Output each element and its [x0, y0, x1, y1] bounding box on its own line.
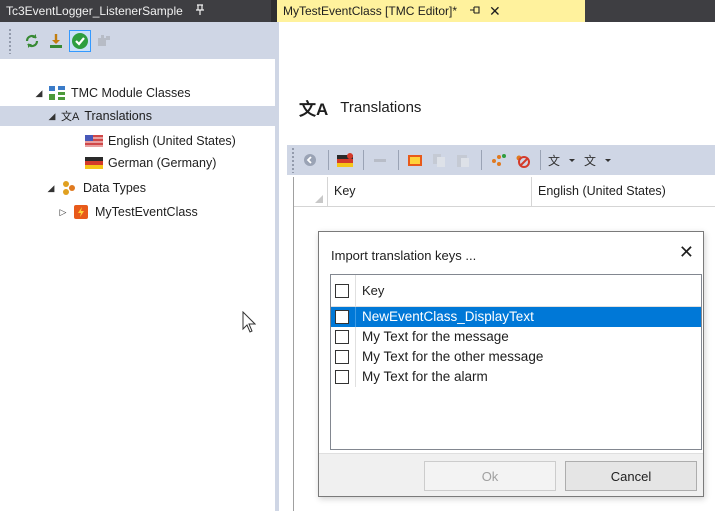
dialog-footer: Ok Cancel: [319, 453, 703, 496]
column-divider: [531, 177, 532, 207]
data-types-icon: [60, 180, 78, 196]
tree-item-label: German (Germany): [108, 156, 217, 170]
toolbar-separator: [328, 150, 329, 170]
row-checkbox[interactable]: [335, 350, 349, 364]
column-divider: [355, 367, 356, 387]
tree-item-label: MyTestEventClass: [95, 205, 198, 219]
translation-keys-list: Key NewEventClass_DisplayText My Text fo…: [330, 274, 702, 450]
collapse-icon[interactable]: ◢: [34, 88, 44, 99]
list-item-label: My Text for the other message: [362, 349, 544, 364]
editor-header: 文A Translations: [299, 94, 421, 120]
close-icon[interactable]: ✕: [679, 242, 694, 262]
ok-button[interactable]: Ok: [424, 461, 556, 491]
dialog-title: Import translation keys ...: [331, 248, 477, 263]
tab-title: Tc3EventLogger_ListenerSample: [6, 4, 183, 18]
check-icon[interactable]: [69, 29, 91, 52]
tree-item-data-types[interactable]: ◢ Data Types: [46, 178, 146, 198]
column-header-key[interactable]: Key: [362, 283, 384, 298]
expand-icon[interactable]: ▷: [58, 207, 68, 218]
select-all-corner[interactable]: [294, 177, 328, 207]
import-icon[interactable]: [404, 149, 426, 171]
tree-item-translations[interactable]: ◢ 文A Translations: [0, 106, 275, 126]
row-checkbox[interactable]: [335, 330, 349, 344]
event-class-icon: [72, 204, 90, 220]
download-icon[interactable]: [45, 30, 67, 52]
collapse-icon[interactable]: ◢: [47, 111, 57, 122]
toolbar-grip[interactable]: [291, 147, 295, 173]
list-header: Key: [331, 275, 701, 307]
tree-item-english[interactable]: English (United States): [85, 131, 236, 151]
tree-toolbar: [0, 22, 275, 59]
refresh-icon[interactable]: [21, 30, 43, 52]
tree-item-label: Data Types: [83, 181, 147, 195]
plugin-icon[interactable]: [93, 30, 115, 52]
list-item[interactable]: NewEventClass_DisplayText: [331, 307, 701, 327]
list-item[interactable]: My Text for the message: [331, 327, 701, 347]
tree-item-mytesteventclass[interactable]: ▷ MyTestEventClass: [58, 202, 198, 222]
select-all-checkbox[interactable]: [335, 284, 349, 298]
list-item-label: My Text for the message: [362, 329, 509, 344]
column-divider: [355, 307, 356, 327]
tree-item-label: TMC Module Classes: [71, 86, 191, 100]
list-item-label: NewEventClass_DisplayText: [362, 309, 534, 324]
paste-icon[interactable]: [452, 149, 474, 171]
translate-import-icon[interactable]: 文: [546, 149, 580, 171]
tree-item-tmc-module-classes[interactable]: ◢ TMC Module Classes: [34, 83, 190, 103]
list-item-label: My Text for the alarm: [362, 369, 488, 384]
svg-text:文: 文: [584, 153, 596, 168]
remove-icon[interactable]: [369, 149, 391, 171]
grid-header: Key English (United States): [294, 177, 715, 207]
toolbar-separator: [540, 150, 541, 170]
translations-toolbar: 文 文: [287, 145, 715, 175]
copy-icon[interactable]: [428, 149, 450, 171]
toolbar-separator: [398, 150, 399, 170]
svg-text:文: 文: [548, 153, 560, 168]
close-icon[interactable]: ✕: [489, 4, 501, 18]
remove-key-icon[interactable]: [511, 149, 533, 171]
column-divider: [355, 327, 356, 347]
column-header-english[interactable]: English (United States): [538, 184, 666, 198]
module-classes-icon: [48, 85, 66, 101]
german-flag-icon: [85, 155, 103, 171]
translate-icon: 文A: [299, 99, 329, 119]
collapse-icon[interactable]: ◢: [46, 183, 56, 194]
tree-item-label: Translations: [84, 109, 152, 123]
tab-title: MyTestEventClass [TMC Editor]*: [283, 4, 458, 18]
mouse-cursor-icon: [242, 310, 257, 336]
toolbar-grip[interactable]: [8, 27, 12, 54]
column-divider: [355, 347, 356, 367]
pin-icon[interactable]: [469, 5, 481, 18]
us-flag-icon: [85, 133, 103, 149]
translate-export-icon[interactable]: 文: [582, 149, 616, 171]
import-translation-keys-dialog: Import translation keys ... ✕ Key NewEve…: [318, 231, 704, 497]
tree-item-german[interactable]: German (Germany): [85, 153, 216, 173]
toolbar-separator: [481, 150, 482, 170]
cancel-button[interactable]: Cancel: [565, 461, 697, 491]
page-title: Translations: [340, 98, 422, 116]
translate-icon: 文A: [61, 111, 80, 123]
toolbar-separator: [363, 150, 364, 170]
list-item[interactable]: My Text for the alarm: [331, 367, 701, 387]
row-checkbox[interactable]: [335, 310, 349, 324]
tab-tmc-editor[interactable]: MyTestEventClass [TMC Editor]* ✕: [277, 0, 585, 22]
tab-solution-explorer[interactable]: Tc3EventLogger_ListenerSample: [0, 0, 271, 22]
back-icon[interactable]: [299, 149, 321, 171]
pin-icon[interactable]: [195, 3, 205, 19]
add-language-icon[interactable]: [334, 149, 356, 171]
tree-item-label: English (United States): [108, 134, 236, 148]
column-divider: [355, 275, 356, 307]
document-tab-strip: Tc3EventLogger_ListenerSample MyTestEven…: [0, 0, 715, 22]
tmc-tree-panel: ◢ TMC Module Classes ◢ 文A Translations E…: [0, 59, 275, 511]
row-checkbox[interactable]: [335, 370, 349, 384]
list-item[interactable]: My Text for the other message: [331, 347, 701, 367]
add-key-icon[interactable]: [487, 149, 509, 171]
column-header-key[interactable]: Key: [334, 184, 356, 198]
